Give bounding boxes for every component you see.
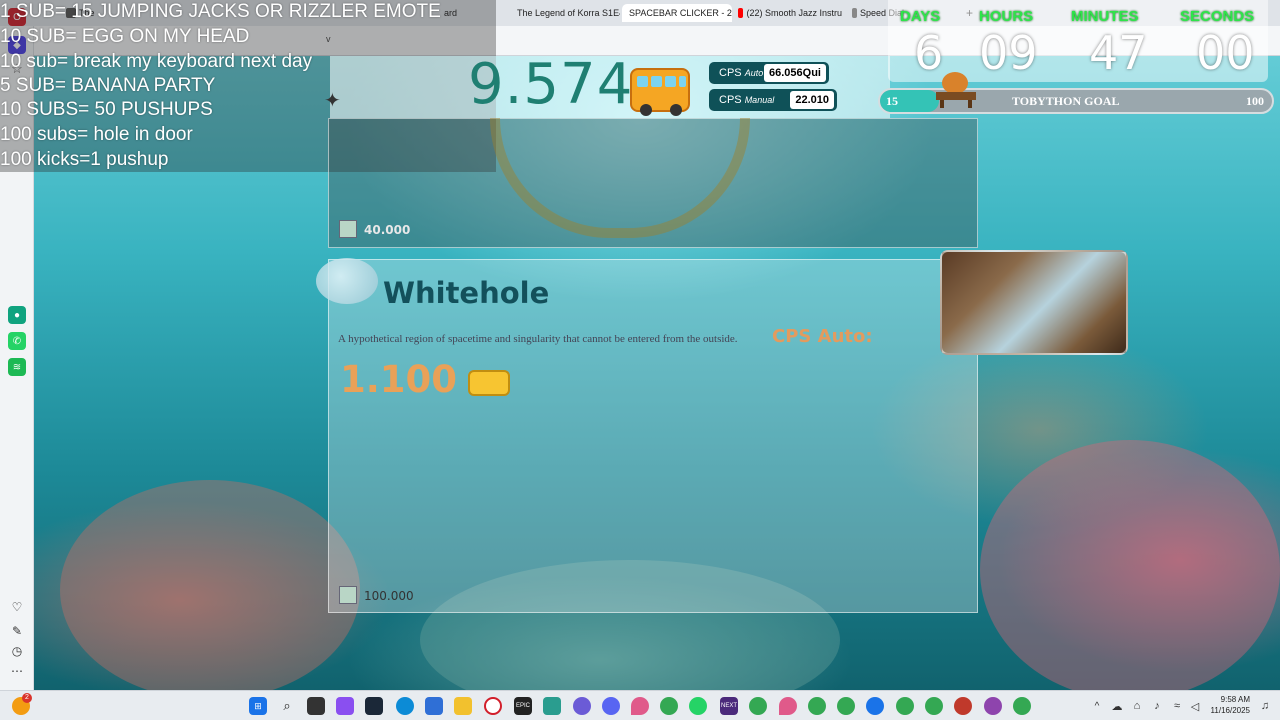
edit-icon[interactable]: ✎: [8, 622, 26, 640]
click-counter: 9.574: [468, 52, 634, 117]
rule-line: 5 SUB= BANANA PARTY: [0, 75, 216, 96]
upgrade-cps-value: 1.100: [340, 358, 458, 401]
windows-taskbar: 2 ⊞ ⌕ EPIC NEXT ^ ☁ ⌂ ♪ ≈ ◁ 9:58 AM 11/1…: [0, 690, 1280, 720]
network-icon[interactable]: ⌂: [1128, 697, 1146, 715]
taxi-icon: [468, 370, 510, 396]
chrome-icon[interactable]: [749, 697, 767, 715]
upgrade-description: A hypothetical region of spacetime and s…: [338, 333, 738, 345]
chrome-icon[interactable]: [660, 697, 678, 715]
seconds-value: 00: [1196, 26, 1255, 80]
history-icon[interactable]: ◷: [8, 642, 26, 660]
maps-pin-icon[interactable]: [631, 697, 649, 715]
whatsapp-icon[interactable]: ✆: [8, 332, 26, 350]
tab-smooth-jazz[interactable]: (22) Smooth Jazz Instru: [734, 4, 846, 22]
hours-value: 09: [979, 26, 1038, 80]
coral-reef-right: [980, 440, 1280, 700]
upgrade-card-whitehole[interactable]: [328, 259, 978, 613]
planet-icon: [316, 258, 378, 304]
windows-start-icon[interactable]: ⊞: [249, 697, 267, 715]
clock-time: 9:58 AM: [1220, 695, 1250, 704]
goal-current: 15: [886, 94, 898, 108]
bench-icon: [934, 72, 978, 110]
cps-auto-display: CPS Auto 66.056Qui: [709, 62, 829, 84]
upgrade-cost: 40.000: [364, 223, 411, 237]
chrome-icon[interactable]: [808, 697, 826, 715]
magic-wand-icon[interactable]: ✦: [324, 88, 341, 113]
seconds-label: SECONDS: [1180, 8, 1255, 25]
upgrade-title: Whitehole: [383, 276, 550, 310]
rule-line: 100 subs= hole in door: [0, 124, 193, 145]
currency-icon: [339, 220, 357, 238]
cps-label: CPS: [719, 67, 742, 79]
heart-icon[interactable]: ♡: [8, 598, 26, 616]
chrome-icon[interactable]: [984, 697, 1002, 715]
microphone-icon[interactable]: ♪: [1148, 697, 1166, 715]
tab-label: The Legend of Korra S1E4: [517, 8, 620, 18]
epic-games-icon[interactable]: EPIC: [514, 697, 532, 715]
youtube-icon: [738, 8, 744, 18]
spotify-icon[interactable]: ≋: [8, 358, 26, 376]
app-icon[interactable]: [543, 697, 561, 715]
volume-icon[interactable]: ◁: [1186, 697, 1204, 715]
cozy-room-painting: [940, 250, 1128, 355]
tray-chevron-icon[interactable]: ^: [1088, 697, 1106, 715]
store-icon[interactable]: [425, 697, 443, 715]
cps-auto-value: 66.056Qui: [764, 64, 826, 82]
days-label: DAYS: [900, 8, 941, 25]
notifications-bell-icon[interactable]: ♫: [1256, 697, 1274, 715]
goal-title: TOBYTHON GOAL: [1012, 94, 1120, 108]
rule-line: 100 kicks=1 pushup: [0, 149, 169, 170]
cloud-icon[interactable]: ☁: [1108, 697, 1126, 715]
rule-line: 1 SUB= 15 JUMPING JACKS OR RIZZLER EMOTE: [0, 1, 441, 22]
chrome-icon[interactable]: [896, 697, 914, 715]
currency-icon: [339, 586, 357, 604]
edge-icon[interactable]: [396, 697, 414, 715]
rule-line: 10 sub= break my keyboard next day: [0, 51, 313, 72]
upgrade-cps-label: CPS Auto:: [772, 326, 873, 347]
minutes-label: MINUTES: [1071, 8, 1139, 25]
cps-sub-label: Auto: [744, 68, 764, 78]
chrome-icon[interactable]: [925, 697, 943, 715]
cps-sub-label: Manual: [744, 95, 775, 105]
chrome-icon[interactable]: [866, 697, 884, 715]
task-view-icon[interactable]: [307, 697, 325, 715]
hours-label: HOURS: [979, 8, 1034, 25]
app-icon[interactable]: [573, 697, 591, 715]
opera-taskbar-icon[interactable]: [484, 697, 502, 715]
notification-badge: 2: [22, 693, 32, 703]
tab-korra[interactable]: The Legend of Korra S1E4: [510, 4, 620, 22]
copilot-icon[interactable]: [336, 697, 354, 715]
tab-label: SPACEBAR CLICKER - 2025: [629, 8, 732, 18]
upgrade-cost: 100.000: [364, 589, 414, 603]
goal-target: 100: [1246, 94, 1264, 108]
system-clock[interactable]: 9:58 AM 11/16/2025: [1208, 694, 1250, 716]
coral-reef-left: [60, 480, 360, 700]
clock-date: 11/16/2025: [1210, 706, 1250, 715]
tab-spacebar-clicker[interactable]: SPACEBAR CLICKER - 2025: [622, 4, 732, 22]
cps-label: CPS: [719, 94, 742, 106]
subathon-countdown: DAYS HOURS MINUTES SECONDS 6 09 47 00: [888, 0, 1268, 82]
cps-manual-display: CPS Manual 22.010: [709, 89, 837, 111]
more-icon[interactable]: ⋯: [8, 662, 26, 680]
wifi-icon[interactable]: ≈: [1168, 697, 1186, 715]
whatsapp-taskbar-icon[interactable]: [689, 697, 707, 715]
search-icon[interactable]: ⌕: [278, 697, 296, 715]
steam-icon[interactable]: [365, 697, 383, 715]
minutes-value: 47: [1089, 26, 1148, 80]
chatgpt-icon[interactable]: ●: [8, 306, 26, 324]
chrome-icon[interactable]: [837, 697, 855, 715]
rule-line: 10 SUBS= 50 PUSHUPS: [0, 99, 213, 120]
file-explorer-icon[interactable]: [454, 697, 472, 715]
next-app-icon[interactable]: NEXT: [720, 697, 738, 715]
bus-icon: [630, 68, 690, 116]
chrome-icon[interactable]: [954, 697, 972, 715]
discord-icon[interactable]: [602, 697, 620, 715]
cps-manual-value: 22.010: [790, 91, 834, 109]
tab-label: (22) Smooth Jazz Instru: [746, 8, 842, 18]
rule-line: 10 SUB= EGG ON MY HEAD: [0, 26, 250, 47]
maps-pin-icon[interactable]: [779, 697, 797, 715]
speed-dial-icon: [852, 8, 857, 18]
chrome-icon[interactable]: [1013, 697, 1031, 715]
